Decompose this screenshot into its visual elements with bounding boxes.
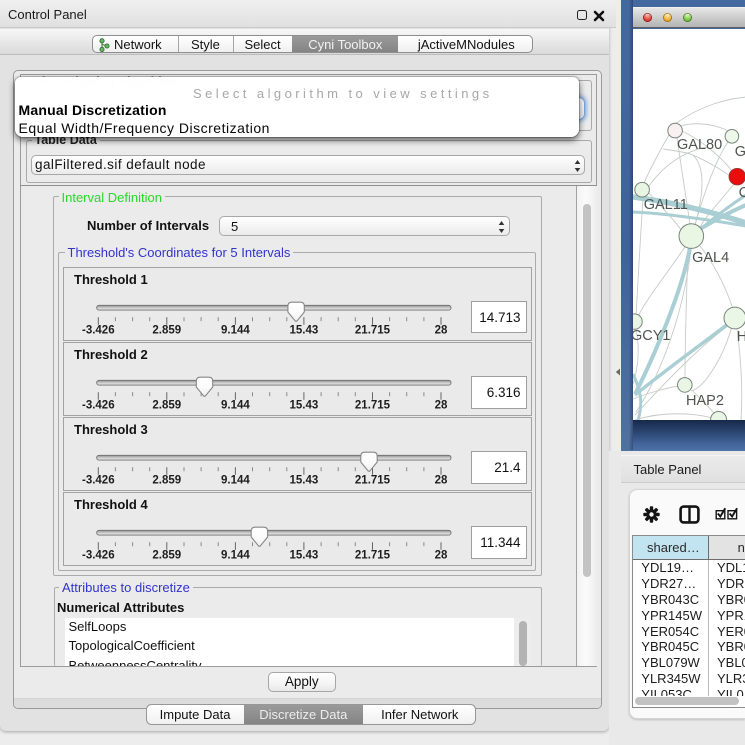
- svg-text:2.859: 2.859: [152, 400, 181, 412]
- svg-text:2.859: 2.859: [152, 475, 181, 487]
- svg-text:21.715: 21.715: [355, 550, 391, 562]
- svg-text:21.715: 21.715: [355, 400, 391, 412]
- svg-text:9.144: 9.144: [221, 400, 250, 412]
- svg-text:28: 28: [435, 324, 448, 336]
- svg-text:9.144: 9.144: [221, 550, 250, 562]
- svg-text:15.43: 15.43: [290, 324, 319, 336]
- svg-text:9.144: 9.144: [221, 324, 250, 336]
- svg-text:-3.426: -3.426: [82, 400, 115, 412]
- svg-text:28: 28: [435, 475, 448, 487]
- svg-text:28: 28: [435, 550, 448, 562]
- svg-text:21.715: 21.715: [355, 475, 391, 487]
- svg-text:-3.426: -3.426: [82, 550, 115, 562]
- svg-text:2.859: 2.859: [152, 550, 181, 562]
- svg-text:9.144: 9.144: [221, 475, 250, 487]
- svg-text:15.43: 15.43: [290, 475, 319, 487]
- svg-text:15.43: 15.43: [290, 400, 319, 412]
- svg-text:-3.426: -3.426: [82, 475, 115, 487]
- svg-text:2.859: 2.859: [152, 324, 181, 336]
- svg-text:15.43: 15.43: [290, 550, 319, 562]
- svg-text:21.715: 21.715: [355, 324, 391, 336]
- svg-text:-3.426: -3.426: [82, 324, 115, 336]
- svg-text:28: 28: [435, 400, 448, 412]
